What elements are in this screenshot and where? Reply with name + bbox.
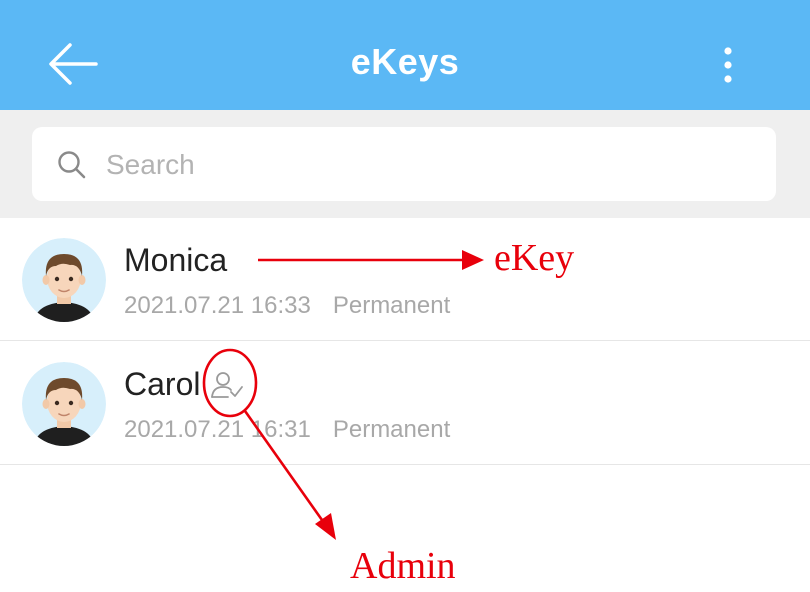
ekey-datetime: 2021.07.21 16:31 [124, 416, 311, 443]
more-vertical-icon [724, 47, 732, 83]
ekey-annotation-label: eKey [494, 237, 575, 279]
ekey-row[interactable]: Monica 2021.07.21 16:33 Permanent [0, 218, 810, 341]
admin-annotation-label: Admin [350, 545, 456, 587]
avatar-icon [22, 238, 106, 322]
more-options-button[interactable] [708, 40, 748, 90]
ekey-type: Permanent [332, 292, 451, 319]
arrow-left-icon [49, 43, 98, 85]
page-title: eKeys [350, 41, 460, 82]
ekey-type: Permanent [332, 416, 451, 443]
admin-arrowhead [315, 513, 336, 540]
ekey-meta: 2021.07.21 16:33 Permanent [124, 292, 450, 320]
search-icon [58, 151, 86, 179]
ekey-meta: 2021.07.21 16:31 Permanent [124, 416, 450, 444]
admin-user-icon [211, 372, 243, 398]
search-bar-area [0, 110, 810, 218]
ekey-row[interactable]: Carol 2021.07.21 16:31 Permanent [0, 342, 810, 465]
app-bar: eKeys [0, 0, 810, 110]
search-box[interactable] [32, 127, 776, 203]
avatar-icon [22, 362, 106, 446]
ekey-datetime: 2021.07.21 16:33 [124, 292, 311, 319]
ekey-name: Monica [124, 242, 228, 278]
search-input[interactable] [104, 127, 748, 203]
back-button[interactable] [44, 36, 104, 92]
ekey-name: Carol [124, 366, 201, 402]
